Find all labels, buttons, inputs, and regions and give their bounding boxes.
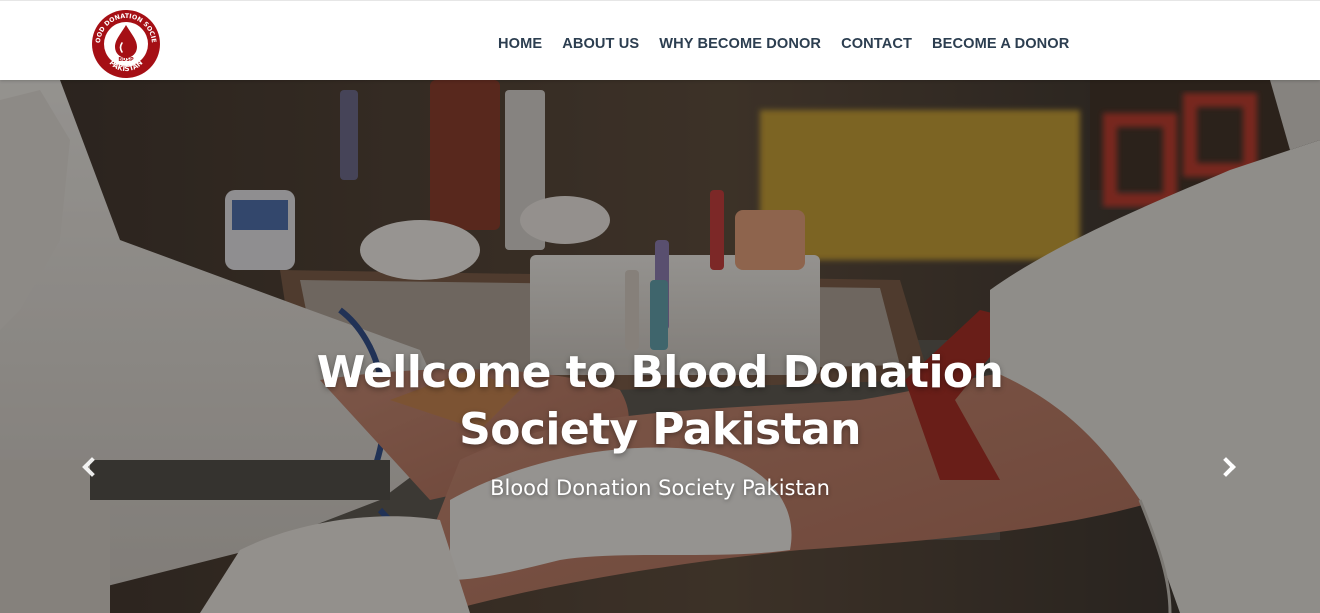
logo-emblem-icon: BLOOD DONATION SOCIETY PAKISTAN BDSP <box>87 7 160 78</box>
nav-link-about-us[interactable]: ABOUT US <box>562 36 639 52</box>
logo-center-text: BDSP <box>118 57 134 63</box>
nav-item-about-us: ABOUT US <box>562 35 639 53</box>
hero-title-line1: Wellcome to Blood Donation <box>316 347 1004 398</box>
carousel-prev-button[interactable] <box>76 452 102 482</box>
nav-link-home[interactable]: HOME <box>498 36 542 52</box>
site-logo[interactable]: BLOOD DONATION SOCIETY PAKISTAN BDSP <box>87 7 165 79</box>
nav-link-why-become-donor[interactable]: WHY BECOME DONOR <box>659 36 821 52</box>
hero-subtitle: Blood Donation Society Pakistan <box>490 476 830 500</box>
main-nav: HOME ABOUT US WHY BECOME DONOR CONTACT B… <box>498 35 1069 53</box>
nav-item-become-a-donor: BECOME A DONOR <box>932 35 1069 53</box>
nav-link-contact[interactable]: CONTACT <box>841 36 912 52</box>
chevron-left-icon <box>82 457 102 477</box>
navbar: BLOOD DONATION SOCIETY PAKISTAN BDSP HOM… <box>0 0 1320 80</box>
carousel-next-button[interactable] <box>1216 452 1242 482</box>
nav-link-become-a-donor[interactable]: BECOME A DONOR <box>932 36 1069 52</box>
nav-item-contact: CONTACT <box>841 35 912 53</box>
hero-title-line2: Society Pakistan <box>459 404 861 455</box>
hero-carousel: Wellcome to Blood Donation Society Pakis… <box>0 80 1320 613</box>
chevron-right-icon <box>1216 457 1236 477</box>
nav-item-home: HOME <box>498 35 542 53</box>
hero-title: Wellcome to Blood Donation Society Pakis… <box>260 344 1060 458</box>
nav-item-why-become-donor: WHY BECOME DONOR <box>659 35 821 53</box>
